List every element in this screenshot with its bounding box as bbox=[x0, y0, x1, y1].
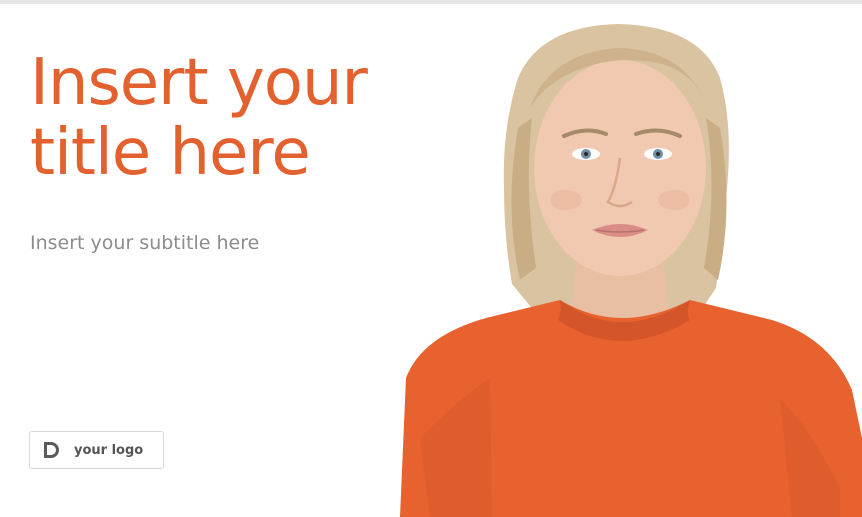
presenter-photo[interactable] bbox=[400, 18, 862, 517]
logo-mark-icon bbox=[44, 442, 59, 458]
slide-canvas: Insert your title here Insert your subti… bbox=[0, 0, 862, 517]
slide-subtitle[interactable]: Insert your subtitle here bbox=[30, 232, 259, 254]
slide-title[interactable]: Insert your title here bbox=[30, 48, 450, 188]
top-divider bbox=[0, 0, 862, 4]
logo-placeholder[interactable]: your logo bbox=[29, 431, 164, 469]
logo-text: your logo bbox=[74, 442, 144, 458]
